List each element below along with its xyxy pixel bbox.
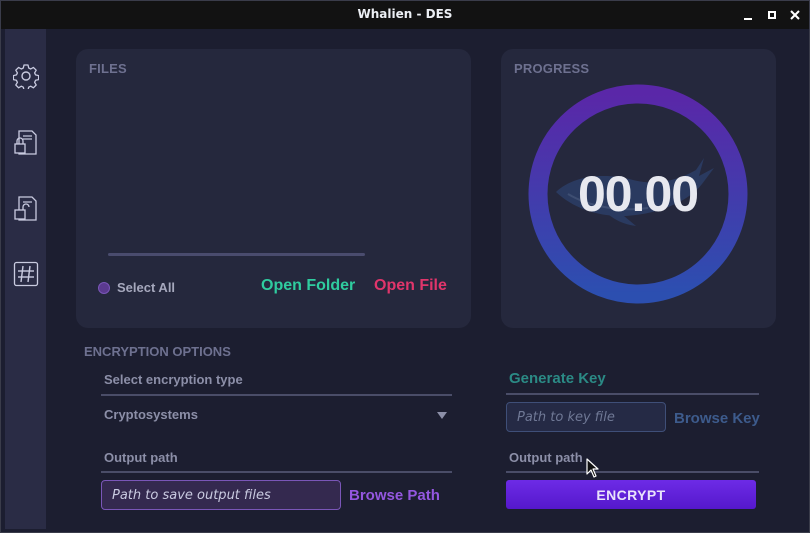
close-icon <box>790 10 800 20</box>
open-folder-button[interactable]: Open Folder <box>261 277 355 295</box>
cryptosystem-select[interactable]: Cryptosystems <box>104 407 198 422</box>
select-encryption-type-label: Select encryption type <box>104 372 243 387</box>
encryption-options-title: ENCRYPTION OPTIONS <box>84 344 231 359</box>
select-type-underline <box>101 394 452 396</box>
progress-panel: PROGRESS 00.00 <box>501 49 776 328</box>
select-all-checkbox[interactable]: Select All <box>98 280 175 295</box>
chevron-down-icon[interactable] <box>437 412 447 419</box>
encrypt-button[interactable]: ENCRYPT <box>506 480 756 509</box>
mouse-cursor-icon <box>586 458 599 478</box>
key-output-path-underline <box>506 471 759 473</box>
sidebar-item-encrypt[interactable] <box>13 129 39 157</box>
encrypt-document-icon <box>14 130 37 155</box>
files-scrollbar[interactable] <box>108 253 365 256</box>
window-title: Whalien - DES <box>357 7 453 21</box>
select-all-indicator[interactable] <box>98 281 110 294</box>
progress-value: 00.00 <box>577 166 699 222</box>
files-panel: FILES Select All Open Folder Open File <box>76 49 471 328</box>
maximize-button[interactable] <box>765 8 779 22</box>
close-button[interactable] <box>788 8 802 22</box>
hash-icon <box>13 261 39 287</box>
generate-key-underline <box>506 393 759 395</box>
progress-title: PROGRESS <box>514 61 590 76</box>
key-path-input[interactable]: Path to key file <box>506 402 666 432</box>
sidebar-item-hash[interactable] <box>13 261 39 289</box>
select-all-label: Select All <box>117 280 176 295</box>
output-path-label: Output path <box>104 450 178 465</box>
browse-path-button[interactable]: Browse Path <box>349 487 440 504</box>
sidebar-item-decrypt[interactable] <box>13 195 39 223</box>
decrypt-document-icon <box>14 196 37 221</box>
app-window: Whalien - DES FILES Select All Open Fold… <box>0 0 810 533</box>
title-bar: Whalien - DES <box>1 1 809 29</box>
output-path-input[interactable]: Path to save output files <box>101 480 341 510</box>
gear-icon <box>12 64 40 91</box>
browse-key-button[interactable]: Browse Key <box>674 410 760 427</box>
files-title: FILES <box>89 61 127 76</box>
sidebar-item-settings[interactable] <box>12 63 40 91</box>
minimize-button[interactable] <box>741 8 755 22</box>
open-file-button[interactable]: Open File <box>374 277 447 295</box>
sidebar <box>5 29 46 529</box>
generate-key-button[interactable]: Generate Key <box>509 370 606 387</box>
output-path-underline <box>101 471 452 473</box>
key-output-path-label: Output path <box>509 450 583 465</box>
